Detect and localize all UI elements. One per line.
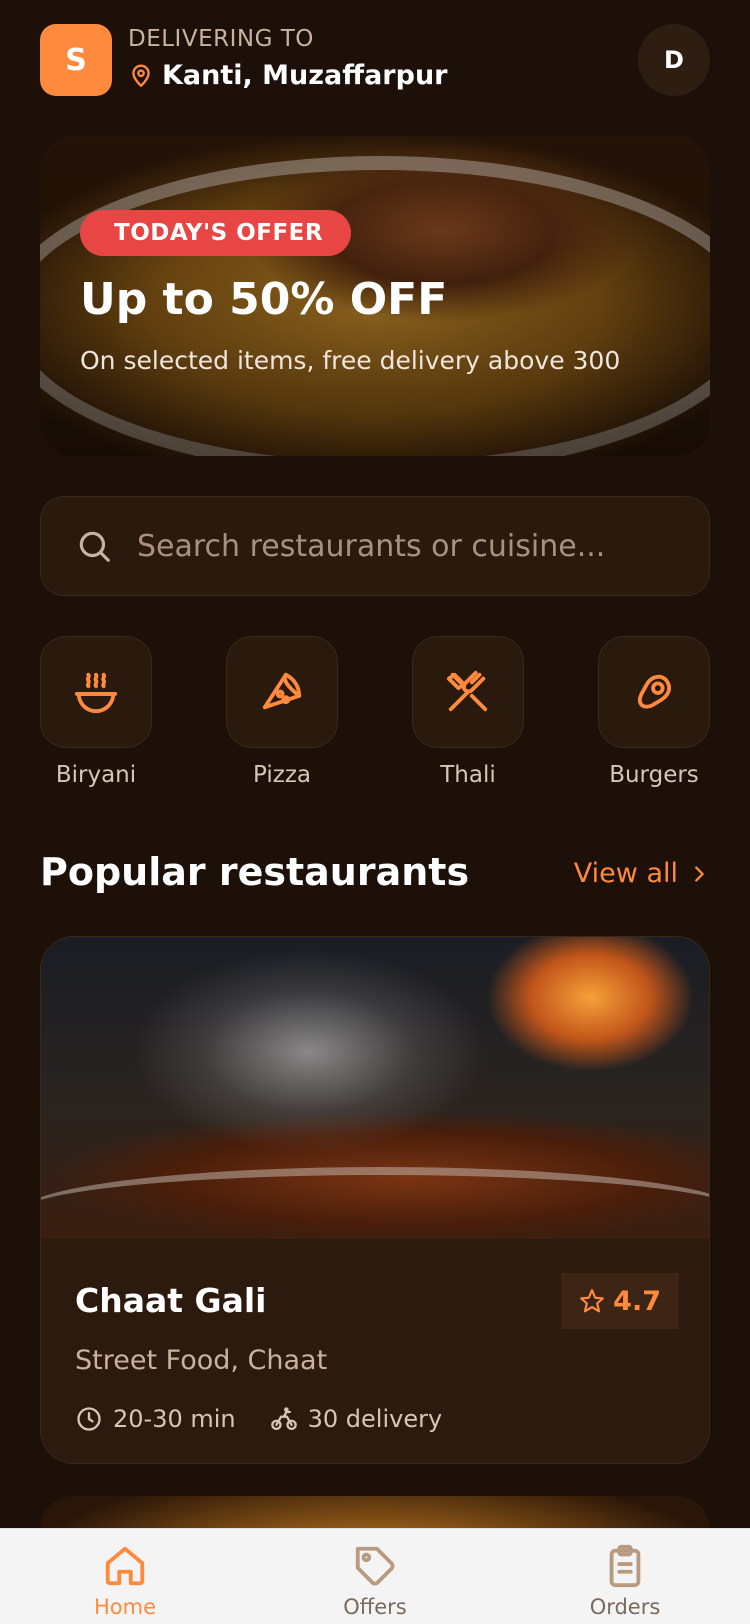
bottom-tab-bar: Home Offers Orders bbox=[0, 1528, 750, 1624]
offer-subtitle: On selected items, free delivery above 3… bbox=[80, 346, 621, 375]
search-icon bbox=[79, 531, 110, 562]
offer-title: Up to 50% OFF bbox=[80, 274, 448, 325]
todays-offer-badge: TODAY'S OFFER bbox=[80, 210, 352, 256]
header: S DELIVERING TO Kanti, Muzaffarpur D bbox=[40, 24, 710, 96]
restaurant-meta: 20-30 min 30 delivery bbox=[75, 1405, 476, 1433]
category-thali[interactable]: Thali bbox=[412, 636, 524, 788]
popular-restaurants-heading: Popular restaurants bbox=[40, 850, 470, 894]
category-label: Biryani bbox=[55, 762, 137, 788]
clock-icon bbox=[77, 1407, 101, 1431]
tab-home[interactable]: Home bbox=[55, 1543, 195, 1619]
offer-banner[interactable]: TODAY'S OFFER Up to 50% OFF On selected … bbox=[40, 136, 710, 456]
rating-badge: 4.7 bbox=[561, 1273, 679, 1329]
category-label: Burgers bbox=[609, 762, 699, 788]
tab-label: Offers bbox=[343, 1595, 407, 1619]
pizza-slice-icon bbox=[262, 672, 302, 710]
restaurant-card[interactable]: Chaat Gali 4.7 Street Food, Chaat 20-30 … bbox=[40, 936, 710, 1464]
tab-orders[interactable]: Orders bbox=[555, 1543, 695, 1619]
tab-offers[interactable]: Offers bbox=[305, 1543, 445, 1619]
app-logo: S bbox=[40, 24, 112, 96]
restaurant-name: Chaat Gali bbox=[75, 1281, 267, 1320]
category-pizza[interactable]: Pizza bbox=[226, 636, 338, 788]
category-burgers[interactable]: Burgers bbox=[598, 636, 710, 788]
star-icon bbox=[580, 1289, 605, 1313]
location-text: Kanti, Muzaffarpur bbox=[162, 60, 448, 91]
profile-avatar[interactable]: D bbox=[638, 24, 710, 96]
location-pin-icon bbox=[132, 64, 150, 87]
bike-icon bbox=[270, 1407, 297, 1431]
delivery-fee: 30 delivery bbox=[307, 1405, 443, 1433]
home-icon bbox=[105, 1546, 145, 1586]
rating-value: 4.7 bbox=[613, 1285, 661, 1317]
chevron-right-icon bbox=[695, 865, 704, 882]
bowl-steam-icon bbox=[74, 672, 118, 714]
category-biryani[interactable]: Biryani bbox=[40, 636, 152, 788]
clipboard-icon bbox=[609, 1544, 641, 1588]
tab-label: Orders bbox=[589, 1595, 661, 1619]
meat-icon bbox=[637, 674, 671, 709]
location-selector[interactable]: Kanti, Muzaffarpur bbox=[128, 60, 447, 91]
delivering-to-label: DELIVERING TO bbox=[128, 26, 314, 52]
search-input[interactable] bbox=[137, 528, 697, 564]
tab-label: Home bbox=[93, 1595, 156, 1619]
search-bar[interactable] bbox=[40, 496, 710, 596]
category-label: Thali bbox=[440, 762, 496, 788]
delivery-time: 20-30 min bbox=[113, 1405, 236, 1433]
view-all-label: View all bbox=[573, 858, 678, 889]
view-all-link[interactable]: View all bbox=[574, 858, 710, 889]
category-label: Pizza bbox=[253, 762, 311, 788]
utensils-crossed-icon bbox=[446, 670, 488, 712]
restaurant-image bbox=[41, 937, 709, 1239]
tag-icon bbox=[355, 1546, 395, 1586]
category-row: Biryani Pizza Thali Burgers bbox=[40, 636, 710, 796]
restaurant-cuisine: Street Food, Chaat bbox=[75, 1345, 328, 1376]
